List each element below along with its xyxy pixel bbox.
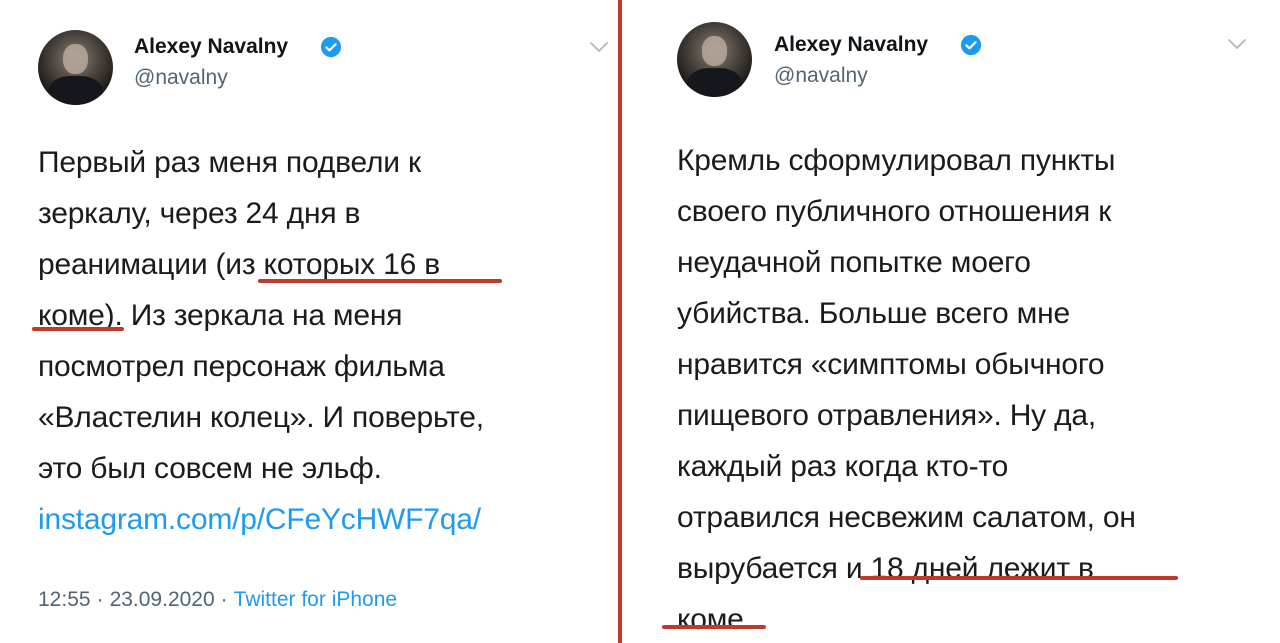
tweet-line: пищевого отравления». Ну да, [677, 399, 1097, 432]
tweet-line: «Властелин колец». И поверьте, [38, 401, 484, 434]
tweet-line: нравится «симптомы обычного [677, 348, 1105, 381]
tweet-source-link[interactable]: Twitter for iPhone [234, 588, 397, 611]
highlight-underline [662, 625, 766, 629]
chevron-down-icon[interactable] [1226, 37, 1248, 51]
highlight-underline [32, 327, 124, 331]
tweet-line: посмотрел персонаж фильма [38, 350, 445, 383]
tweet-meta: 12:55 · 23.09.2020 · Twitter for iPhone [38, 588, 397, 612]
meta-separator: · [220, 588, 228, 611]
avatar-shirt [48, 76, 103, 105]
instagram-link[interactable]: instagram.com/p/CFeYcHWF7qa/ [38, 494, 484, 545]
highlight-underline [860, 576, 1178, 580]
avatar-shirt [687, 68, 742, 97]
tweet-line: коме). Из зеркала на меня [38, 299, 403, 332]
tweet-line: коме. [677, 603, 752, 636]
panel-divider [618, 0, 622, 643]
user-handle[interactable]: @navalny [134, 66, 228, 90]
left-tweet-card: Alexey Navalny @navalny Первый раз меня … [0, 0, 618, 643]
avatar-face [63, 44, 88, 74]
highlight-underline [258, 279, 502, 283]
tweet-line: каждый раз когда кто-то [677, 450, 1009, 483]
tweet-text: Кремль сформулировал пункты своего публи… [677, 135, 1136, 643]
tweet-line: своего публичного отношения к [677, 195, 1112, 228]
tweet-text: Первый раз меня подвели к зеркалу, через… [38, 137, 484, 545]
tweet-line: зеркалу, через 24 дня в [38, 197, 361, 230]
chevron-down-icon[interactable] [588, 40, 610, 54]
meta-separator: · [96, 588, 104, 611]
tweet-line: неудачной попытке моего [677, 246, 1031, 279]
tweet-line: вырубается и 18 дней лежит в [677, 552, 1094, 585]
display-name[interactable]: Alexey Navalny [774, 33, 928, 57]
tweet-line: убийства. Больше всего мне [677, 297, 1070, 330]
tweet-line: это был совсем не эльф. [38, 452, 382, 485]
avatar-face [702, 36, 727, 66]
avatar[interactable] [38, 30, 113, 105]
display-name[interactable]: Alexey Navalny [134, 35, 288, 59]
tweet-date[interactable]: 23.09.2020 [110, 588, 215, 611]
verified-badge-icon [320, 36, 342, 58]
tweet-line: отравился несвежим салатом, он [677, 501, 1136, 534]
tweet-line: Первый раз меня подвели к [38, 146, 421, 179]
user-handle[interactable]: @navalny [774, 64, 868, 88]
right-tweet-card: Alexey Navalny @navalny Кремль сформулир… [624, 0, 1280, 643]
tweet-line: Кремль сформулировал пункты [677, 144, 1116, 177]
tweet-time[interactable]: 12:55 [38, 588, 91, 611]
avatar[interactable] [677, 22, 752, 97]
verified-badge-icon [960, 34, 982, 56]
